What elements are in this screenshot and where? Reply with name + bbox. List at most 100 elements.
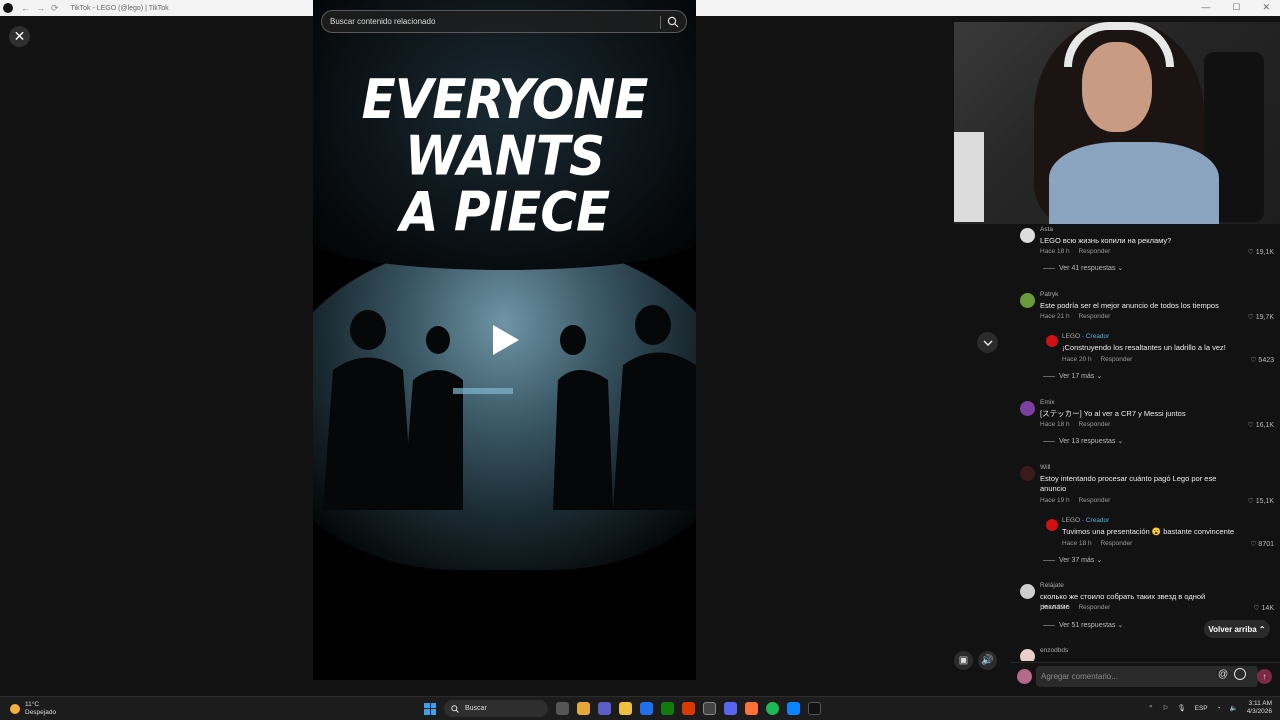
comment-time: Hace 21 h — [1040, 313, 1070, 320]
view-replies-label: Ver 41 respuestas — [1059, 265, 1116, 272]
avatar[interactable] — [1020, 466, 1035, 481]
search-icon — [451, 704, 459, 713]
volume-button[interactable]: 🔊 — [978, 651, 997, 670]
view-replies-button[interactable]: Ver 51 respuestas ⌄ — [1043, 621, 1123, 629]
language-indicator[interactable]: ESP — [1195, 705, 1208, 712]
comment-item: enzodbds — [1020, 647, 1280, 661]
network-icon[interactable]: ⚐ — [1163, 704, 1169, 712]
tiktok-icon[interactable] — [808, 702, 821, 715]
office-icon[interactable] — [682, 702, 695, 715]
mention-icon[interactable]: @ — [1218, 669, 1228, 680]
like-button[interactable]: ♡ 5423 — [1250, 356, 1274, 364]
close-window-icon[interactable]: ✕ — [1262, 2, 1270, 13]
reply-button[interactable]: Responder — [1100, 540, 1132, 547]
reply-button[interactable]: Responder — [1100, 356, 1132, 363]
reply-time: Hace 18 h — [1062, 540, 1092, 547]
view-more-label: Ver 17 más — [1059, 373, 1095, 380]
emoji-icon[interactable] — [1234, 668, 1246, 680]
comment-username[interactable]: Will — [1040, 464, 1050, 471]
creator-reply: LEGO · Creador ¡Construyendo los resalta… — [1046, 333, 1280, 367]
store-icon[interactable] — [640, 702, 653, 715]
speaker-icon[interactable]: 🔈 — [1230, 704, 1238, 712]
firefox-icon[interactable] — [745, 702, 758, 715]
taskbar-search[interactable]: Buscar — [444, 700, 548, 717]
headline-line-1: EVERYONE — [361, 68, 649, 132]
related-search-input[interactable]: Buscar contenido relacionado — [321, 10, 687, 33]
reply-username[interactable]: LEGO · Creador — [1062, 333, 1109, 340]
like-count: 19,7K — [1255, 314, 1274, 321]
like-count: 8701 — [1258, 541, 1274, 548]
reply-button[interactable]: Responder — [1078, 604, 1110, 611]
view-more-button[interactable]: Ver 17 más ⌄ — [1043, 372, 1102, 380]
like-button[interactable]: ♡ 19,7K — [1247, 313, 1274, 321]
spotify-icon[interactable] — [766, 702, 779, 715]
creator-badge: · Creador — [1081, 333, 1110, 340]
back-to-top-label: Volver arriba — [1208, 624, 1257, 634]
clock[interactable]: 3:11 AM 4/3/2026 — [1247, 700, 1272, 716]
mic-icon[interactable]: 🎙 — [1177, 704, 1185, 712]
reply-button[interactable]: Responder — [1078, 248, 1110, 255]
edge-icon[interactable] — [787, 702, 800, 715]
window-controls[interactable]: — ☐ ✕ — [1201, 2, 1270, 13]
avatar[interactable] — [1020, 228, 1035, 243]
webcam-person-shirt — [1049, 142, 1219, 224]
view-replies-button[interactable]: Ver 41 respuestas ⌄ — [1043, 264, 1123, 272]
reply-user-name: LEGO — [1062, 517, 1081, 524]
floating-player-button[interactable]: ▣ — [954, 651, 973, 670]
search-icon[interactable] — [667, 16, 679, 28]
close-icon[interactable]: ✕ — [9, 26, 30, 47]
avatar[interactable] — [1020, 293, 1035, 308]
comment-username[interactable]: Relájate — [1040, 582, 1064, 589]
windows-start-icon[interactable] — [424, 702, 436, 715]
avatar[interactable] — [1020, 584, 1035, 599]
search-divider — [660, 16, 661, 29]
teams-icon[interactable] — [598, 702, 611, 715]
next-video-button[interactable] — [977, 332, 998, 353]
lego-avatar[interactable] — [1046, 519, 1058, 531]
windows-taskbar: 11°C Despejado Buscar ⌃ ⚐ 🎙 ESP ◔ 🔈 3:11… — [0, 696, 1280, 720]
like-button[interactable]: ♡ 16,1K — [1247, 421, 1274, 429]
avatar[interactable] — [1020, 401, 1035, 416]
view-replies-label: Ver 13 respuestas — [1059, 438, 1116, 445]
task-view-icon[interactable] — [556, 702, 569, 715]
video-player[interactable]: EVERYONE WANTS A PIECE — [313, 0, 696, 680]
reply-text: Tuvimos una presentación 😮 bastante conv… — [1062, 527, 1235, 536]
reply-button[interactable]: Responder — [1078, 313, 1110, 320]
weather-widget[interactable]: 11°C Despejado — [10, 701, 56, 717]
moon-icon — [10, 704, 20, 714]
like-button[interactable]: ♡ 15,1K — [1247, 497, 1274, 505]
file-explorer-icon[interactable] — [619, 702, 632, 715]
send-button[interactable]: ↑ — [1257, 669, 1272, 684]
reply-button[interactable]: Responder — [1078, 497, 1110, 504]
avatar[interactable] — [1020, 649, 1035, 661]
like-button[interactable]: ♡ 14K — [1253, 604, 1274, 612]
chevron-up-icon[interactable]: ⌃ — [1148, 704, 1153, 712]
view-replies-button[interactable]: Ver 13 respuestas ⌄ — [1043, 437, 1123, 445]
minimize-icon[interactable]: — — [1201, 2, 1210, 13]
play-icon[interactable] — [493, 325, 519, 355]
lego-avatar[interactable] — [1046, 335, 1058, 347]
like-button[interactable]: ♡ 8701 — [1250, 540, 1274, 548]
reply-username[interactable]: LEGO · Creador — [1062, 517, 1109, 524]
comment-username[interactable]: Patryk — [1040, 291, 1058, 298]
like-count: 14K — [1261, 605, 1274, 612]
view-more-button[interactable]: Ver 37 más ⌄ — [1043, 556, 1102, 564]
reply-user-name: LEGO — [1062, 333, 1081, 340]
wifi-icon[interactable]: ◔ — [1217, 705, 1221, 712]
obs-icon[interactable] — [703, 702, 716, 715]
tiktok-app-icon — [3, 3, 13, 13]
clock-time: 3:11 AM — [1248, 700, 1272, 707]
discord-icon[interactable] — [724, 702, 737, 715]
nav-buttons[interactable]: ←→⟳ — [21, 3, 65, 14]
taskbar-apps: Buscar — [424, 700, 821, 717]
like-button[interactable]: ♡ 19,1K — [1247, 248, 1274, 256]
comment-username[interactable]: enzodbds — [1040, 647, 1068, 654]
maximize-icon[interactable]: ☐ — [1232, 2, 1240, 13]
comment-username[interactable]: Emix — [1040, 399, 1054, 406]
reply-button[interactable]: Responder — [1078, 421, 1110, 428]
copilot-icon[interactable] — [577, 702, 590, 715]
xbox-icon[interactable] — [661, 702, 674, 715]
comment-text: [ステッカー] Yo al ver a CR7 y Messi juntos — [1040, 409, 1186, 418]
comment-username[interactable]: Asta — [1040, 226, 1053, 233]
back-to-top-button[interactable]: Volver arriba ⌃ — [1204, 620, 1270, 638]
